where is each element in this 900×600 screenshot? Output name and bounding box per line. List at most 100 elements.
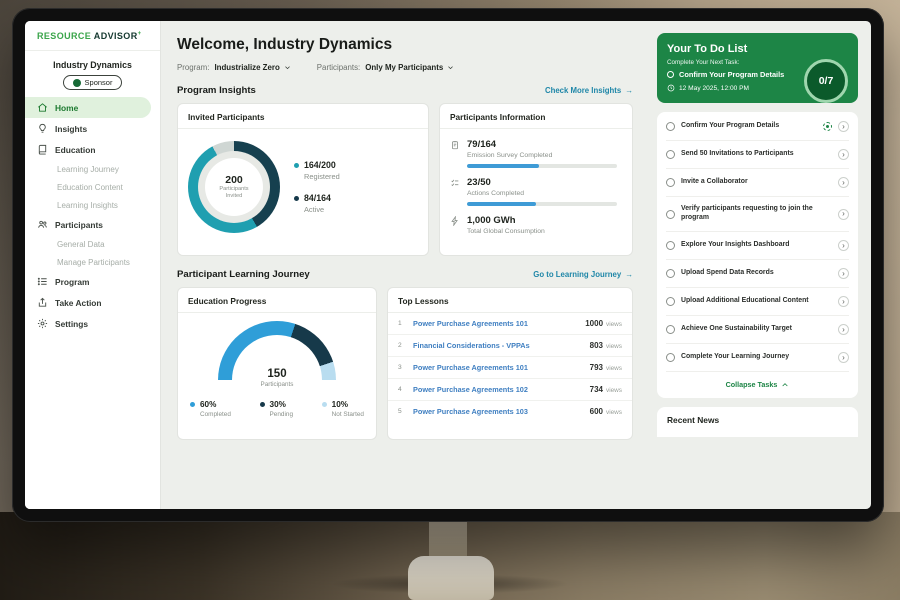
- chevron-right-icon: ›: [842, 270, 845, 278]
- sidebar-item-manage-participants[interactable]: Manage Participants: [25, 253, 160, 271]
- program-filter-dropdown[interactable]: Industrialize Zero: [214, 63, 290, 72]
- sponsor-badge[interactable]: Sponsor: [63, 75, 123, 90]
- lesson-row: 5 Power Purchase Agreements 103 600views: [388, 401, 632, 422]
- todo-title: Your To Do List: [667, 43, 848, 55]
- sidebar-item-participants[interactable]: Participants: [25, 214, 160, 235]
- lesson-link[interactable]: Financial Considerations - VPPAs: [413, 341, 583, 350]
- lesson-link[interactable]: Power Purchase Agreements 101: [413, 319, 578, 328]
- sidebar-item-program[interactable]: Program: [25, 271, 160, 292]
- task-open-button[interactable]: ›: [838, 121, 849, 132]
- legend-label: Registered: [304, 172, 340, 181]
- nav-label: Program: [55, 277, 89, 287]
- task-row[interactable]: Invite a Collaborator ›: [666, 169, 849, 197]
- navy-dot-icon: [294, 196, 299, 201]
- participants-information-card: Participants Information 79/164 Emission…: [439, 103, 633, 256]
- views-value: 793: [590, 363, 603, 372]
- app-window: RESOURCE ADVISOR+ Industry Dynamics Spon…: [25, 21, 871, 509]
- teal-dot-icon: [294, 163, 299, 168]
- next-task-label: Confirm Your Program Details: [679, 70, 784, 79]
- org-name: Industry Dynamics: [25, 60, 160, 70]
- task-row[interactable]: Achieve One Sustainability Target ›: [666, 316, 849, 344]
- task-checkbox[interactable]: [666, 269, 675, 278]
- todo-progress-badge: 0/7: [804, 59, 848, 103]
- task-open-button[interactable]: ›: [838, 149, 849, 160]
- legend-label: Pending: [270, 411, 293, 418]
- legend-value: 10%: [332, 400, 348, 409]
- sidebar-item-education-content[interactable]: Education Content: [25, 178, 160, 196]
- views-value: 803: [590, 341, 603, 350]
- chevron-down-icon: [447, 64, 454, 71]
- participants-filter-dropdown[interactable]: Only My Participants: [365, 63, 454, 72]
- navy-dot-icon: [260, 402, 265, 407]
- task-checkbox[interactable]: [666, 210, 675, 219]
- sidebar-item-insights[interactable]: Insights: [25, 118, 160, 139]
- sidebar-item-general-data[interactable]: General Data: [25, 235, 160, 253]
- lesson-link[interactable]: Power Purchase Agreements 103: [413, 407, 583, 416]
- top-lessons-card: Top Lessons 1 Power Purchase Agreements …: [387, 287, 633, 440]
- lesson-link[interactable]: Power Purchase Agreements 101: [413, 363, 583, 372]
- task-open-button[interactable]: ›: [838, 324, 849, 335]
- task-open-button[interactable]: ›: [838, 296, 849, 307]
- education-legend: 60% Completed 30% Pending 10% Not Starte…: [188, 400, 366, 418]
- learning-journey-header: Participant Learning Journey Go to Learn…: [177, 269, 633, 280]
- participants-filter: Participants: Only My Participants: [317, 63, 454, 72]
- go-to-learning-journey-link[interactable]: Go to Learning Journey →: [533, 270, 633, 279]
- collapse-tasks-button[interactable]: Collapse Tasks: [666, 372, 849, 397]
- sidebar-item-take-action[interactable]: Take Action: [25, 292, 160, 313]
- task-checkbox[interactable]: [666, 297, 675, 306]
- task-row[interactable]: Upload Spend Data Records ›: [666, 260, 849, 288]
- task-row[interactable]: Confirm Your Program Details ›: [666, 113, 849, 141]
- sidebar-nav: Home Insights Education: [25, 97, 160, 334]
- task-checkbox[interactable]: [666, 122, 675, 131]
- program-filter-value: Industrialize Zero: [214, 63, 279, 72]
- task-checkbox[interactable]: [666, 241, 675, 250]
- task-open-button[interactable]: ›: [838, 240, 849, 251]
- task-checkbox[interactable]: [666, 178, 675, 187]
- task-row[interactable]: Complete Your Learning Journey ›: [666, 344, 849, 372]
- task-row[interactable]: Upload Additional Educational Content ›: [666, 288, 849, 316]
- task-row[interactable]: Explore Your Insights Dashboard ›: [666, 232, 849, 260]
- views-label: views: [606, 321, 622, 328]
- legend-value: 60%: [200, 400, 216, 409]
- task-checkbox[interactable]: [666, 150, 675, 159]
- task-row[interactable]: Send 50 Invitations to Participants ›: [666, 141, 849, 169]
- task-row[interactable]: Verify participants requesting to join t…: [666, 197, 849, 232]
- lesson-rank: 4: [398, 386, 406, 393]
- sidebar-item-education[interactable]: Education: [25, 139, 160, 160]
- invited-participants-card: Invited Participants 200 Participants In…: [177, 103, 429, 256]
- task-open-button[interactable]: ›: [838, 268, 849, 279]
- views-label: views: [606, 409, 622, 416]
- views-label: views: [606, 343, 622, 350]
- sidebar-item-learning-insights[interactable]: Learning Insights: [25, 196, 160, 214]
- program-filter: Program: Industrialize Zero: [177, 63, 291, 72]
- nav-label: Home: [55, 103, 78, 113]
- task-label: Invite a Collaborator: [681, 178, 832, 187]
- stat-value: 79/164: [467, 139, 617, 150]
- sidebar-item-settings[interactable]: Settings: [25, 313, 160, 334]
- todo-next-task[interactable]: Confirm Your Program Details: [667, 70, 799, 79]
- task-checkbox[interactable]: [666, 325, 675, 334]
- sidebar-item-home[interactable]: Home: [25, 97, 151, 118]
- task-label: Complete Your Learning Journey: [681, 353, 832, 362]
- stat-label: Total Global Consumption: [467, 228, 545, 235]
- emission-progress-bar: [467, 164, 617, 168]
- task-label: Explore Your Insights Dashboard: [681, 241, 832, 250]
- chevron-right-icon: ›: [842, 179, 845, 187]
- task-open-button[interactable]: ›: [838, 209, 849, 220]
- legend-registered: 164/200 Registered: [294, 160, 340, 181]
- task-open-button[interactable]: ›: [838, 352, 849, 363]
- task-checkbox[interactable]: [666, 353, 675, 362]
- task-open-button[interactable]: ›: [838, 177, 849, 188]
- sidebar-item-learning-journey[interactable]: Learning Journey: [25, 160, 160, 178]
- lesson-link[interactable]: Power Purchase Agreements 102: [413, 385, 583, 394]
- insights-cards-row: Invited Participants 200 Participants In…: [177, 103, 633, 256]
- legend-label: Completed: [200, 411, 231, 418]
- lesson-views: 803views: [590, 341, 622, 350]
- chevron-up-icon: [781, 381, 789, 389]
- donut-center: 200 Participants Invited: [188, 141, 280, 233]
- lesson-row: 1 Power Purchase Agreements 101 1000view…: [388, 313, 632, 335]
- legend-value: 164/200: [304, 160, 336, 170]
- check-more-insights-link[interactable]: Check More Insights →: [545, 86, 633, 95]
- lesson-rank: 2: [398, 342, 406, 349]
- todo-panel: Your To Do List Complete Your Next Task:…: [647, 21, 871, 509]
